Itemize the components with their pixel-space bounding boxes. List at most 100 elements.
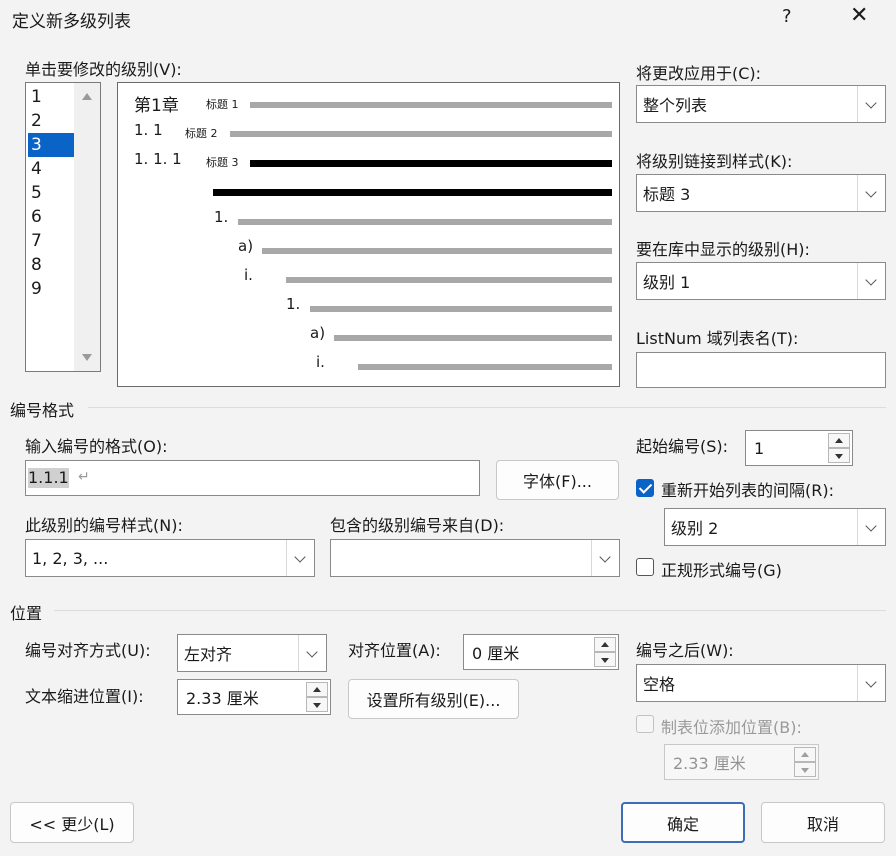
- section-divider: [88, 407, 886, 408]
- start-at-value: 1: [754, 438, 765, 458]
- level-listbox[interactable]: 1 2 3 4 5 6 7 8 9: [25, 82, 101, 372]
- spin-up-icon[interactable]: [794, 747, 816, 762]
- spin-down-icon[interactable]: [594, 652, 616, 667]
- level-scrollbar[interactable]: [74, 83, 100, 371]
- include-level-combo[interactable]: [330, 539, 620, 577]
- listnum-input[interactable]: [636, 352, 886, 388]
- chevron-down-icon[interactable]: [298, 635, 326, 671]
- spin-up-icon[interactable]: [594, 637, 616, 652]
- tab-stop-spinner[interactable]: 2.33 厘米: [664, 744, 819, 780]
- restart-label: 重新开始列表的间隔(R):: [661, 481, 834, 500]
- preview-line: [250, 102, 612, 108]
- spin-up-icon[interactable]: [828, 433, 850, 448]
- follow-number-combo[interactable]: 空格: [636, 664, 886, 702]
- level-item[interactable]: 4: [28, 157, 74, 181]
- gallery-level-combo[interactable]: 级别 1: [636, 262, 886, 300]
- preview-level-number: a): [310, 324, 326, 342]
- preview-level-number: 1.: [214, 208, 229, 226]
- level-item[interactable]: 1: [28, 85, 74, 109]
- alignment-value: 左对齐: [184, 645, 233, 664]
- link-style-label: 将级别链接到样式(K):: [636, 152, 793, 171]
- number-format-value: 1.1.1: [28, 468, 69, 488]
- preview-level-number: a): [238, 237, 254, 255]
- scroll-down-icon[interactable]: [82, 354, 92, 361]
- alignment-label: 编号对齐方式(U):: [25, 641, 151, 660]
- apply-to-label: 将更改应用于(C):: [636, 64, 762, 83]
- level-item[interactable]: 6: [28, 205, 74, 229]
- preview-level2-style: 标题 2: [185, 127, 218, 140]
- preview-level2-number: 1. 1: [134, 121, 163, 139]
- preview-level3-number: 1. 1. 1: [134, 150, 182, 168]
- spin-down-icon[interactable]: [306, 697, 328, 712]
- section-divider: [54, 610, 886, 611]
- follow-number-label: 编号之后(W):: [636, 641, 734, 660]
- preview-line: [262, 248, 612, 254]
- link-style-value: 标题 3: [643, 185, 691, 204]
- chevron-down-icon[interactable]: [591, 540, 619, 576]
- align-at-spinner[interactable]: 0 厘米: [463, 634, 619, 670]
- tab-stop-checkbox[interactable]: [636, 715, 654, 733]
- restart-checkbox[interactable]: [636, 479, 654, 497]
- preview-pane: 第1章 标题 1 1. 1 标题 2 1. 1. 1 标题 3 1. a) i.…: [117, 82, 620, 387]
- title-bar: [0, 0, 896, 38]
- chevron-down-icon[interactable]: [857, 263, 885, 299]
- preview-line: [230, 131, 612, 137]
- chevron-down-icon[interactable]: [857, 86, 885, 122]
- alignment-combo[interactable]: 左对齐: [177, 634, 327, 672]
- text-indent-spinner[interactable]: 2.33 厘米: [177, 679, 331, 715]
- include-level-label: 包含的级别编号来自(D):: [330, 516, 505, 535]
- legal-style-checkbox[interactable]: [636, 558, 654, 576]
- legal-style-label: 正规形式编号(G): [661, 561, 782, 580]
- follow-number-value: 空格: [643, 675, 676, 694]
- level-item[interactable]: 5: [28, 181, 74, 205]
- number-format-input[interactable]: 1.1.1 ↵: [25, 460, 480, 496]
- chevron-down-icon[interactable]: [857, 665, 885, 701]
- link-style-combo[interactable]: 标题 3: [636, 174, 886, 212]
- level-item[interactable]: 7: [28, 229, 74, 253]
- tab-stop-label: 制表位添加位置(B):: [661, 718, 802, 737]
- preview-level1-style: 标题 1: [206, 98, 239, 111]
- chevron-down-icon[interactable]: [857, 509, 885, 545]
- levels-label: 单击要修改的级别(V):: [25, 60, 182, 79]
- preview-level-number: i.: [244, 266, 253, 284]
- apply-to-combo[interactable]: 整个列表: [636, 85, 886, 123]
- preview-level1-number: 第1章: [134, 96, 179, 116]
- spin-down-icon[interactable]: [794, 762, 816, 777]
- level-item-selected[interactable]: 3: [28, 133, 74, 157]
- font-button[interactable]: 字体(F)...: [496, 460, 619, 500]
- restart-level-combo[interactable]: 级别 2: [664, 508, 886, 546]
- dialog-title: 定义新多级列表: [12, 12, 131, 32]
- help-button[interactable]: ?: [782, 6, 792, 27]
- gallery-level-label: 要在库中显示的级别(H):: [636, 240, 810, 259]
- chevron-down-icon[interactable]: [286, 540, 314, 576]
- set-all-levels-button[interactable]: 设置所有级别(E)...: [348, 679, 519, 719]
- format-label: 输入编号的格式(O):: [25, 437, 168, 456]
- level-item[interactable]: 9: [28, 277, 74, 301]
- align-at-label: 对齐位置(A):: [348, 641, 441, 660]
- position-section-title: 位置: [10, 604, 43, 623]
- preview-line: [238, 219, 612, 225]
- level-item[interactable]: 8: [28, 253, 74, 277]
- spin-up-icon[interactable]: [306, 682, 328, 697]
- preview-level3-style: 标题 3: [206, 156, 239, 169]
- chevron-down-icon[interactable]: [857, 175, 885, 211]
- ok-button[interactable]: 确定: [621, 802, 745, 843]
- text-indent-value: 2.33 厘米: [186, 689, 259, 708]
- numbering-format-section-title: 编号格式: [10, 401, 75, 420]
- preview-line: [358, 364, 612, 370]
- preview-line-selected: [213, 189, 612, 196]
- close-icon[interactable]: ✕: [850, 3, 868, 28]
- scroll-up-icon[interactable]: [82, 93, 92, 100]
- level-item[interactable]: 2: [28, 109, 74, 133]
- cancel-button[interactable]: 取消: [761, 802, 885, 843]
- start-at-label: 起始编号(S):: [636, 437, 729, 456]
- text-indent-label: 文本缩进位置(I):: [25, 687, 144, 706]
- number-style-label: 此级别的编号样式(N):: [25, 516, 183, 535]
- start-at-spinner[interactable]: 1: [745, 430, 853, 466]
- less-button[interactable]: << 更少(L): [10, 802, 134, 843]
- number-style-combo[interactable]: 1, 2, 3, ...: [25, 539, 315, 577]
- paragraph-mark-icon: ↵: [78, 469, 90, 485]
- align-at-value: 0 厘米: [472, 644, 520, 663]
- apply-to-value: 整个列表: [643, 96, 708, 115]
- spin-down-icon[interactable]: [828, 448, 850, 463]
